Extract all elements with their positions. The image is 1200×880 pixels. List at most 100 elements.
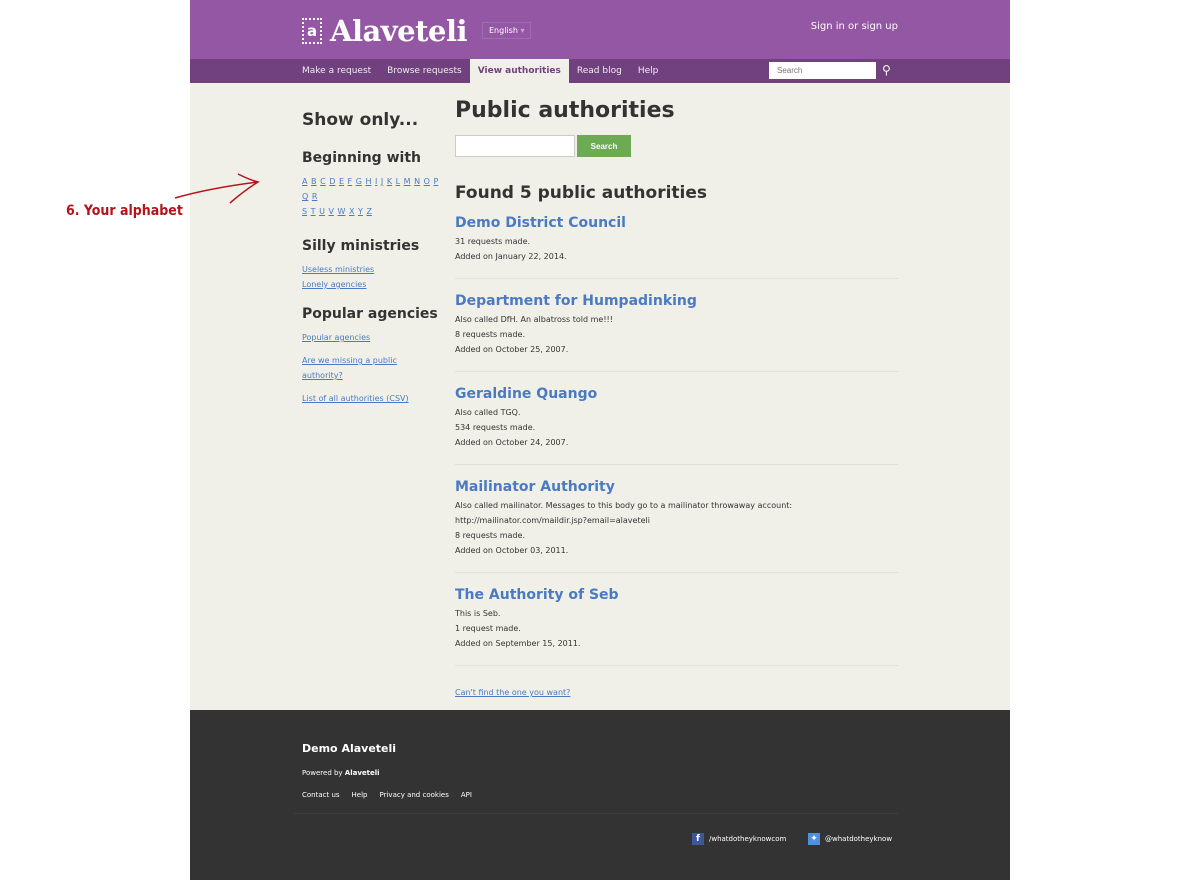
letter-g-link[interactable]: G bbox=[356, 177, 362, 186]
letter-v-link[interactable]: V bbox=[328, 207, 333, 216]
popular-agencies-heading: Popular agencies bbox=[302, 306, 438, 322]
language-select[interactable]: English ▾ bbox=[482, 22, 532, 39]
language-label: English bbox=[489, 26, 518, 35]
main-content: Public authorities Search Found 5 public… bbox=[455, 98, 898, 699]
letter-j-link[interactable]: J bbox=[381, 177, 383, 186]
authority-item: Demo District Council 31 requests made. Ad… bbox=[455, 215, 898, 279]
letter-m-link[interactable]: M bbox=[404, 177, 411, 186]
letter-p-link[interactable]: P bbox=[433, 177, 438, 186]
authority-item: Geraldine Quango Also called TGQ. 534 requ… bbox=[455, 386, 898, 465]
sidebar-title: Show only... bbox=[302, 110, 419, 130]
page: a Alaveteli English ▾ Sign in or sign up… bbox=[190, 0, 1010, 880]
authority-name-link[interactable]: Department for Humpadinking bbox=[455, 293, 898, 309]
powered-by: Powered by Alaveteli bbox=[302, 769, 380, 777]
header: a Alaveteli English ▾ Sign in or sign up bbox=[190, 0, 1010, 59]
letter-n-link[interactable]: N bbox=[414, 177, 420, 186]
letter-r-link[interactable]: R bbox=[312, 192, 318, 201]
logo-stamp-icon: a bbox=[302, 18, 322, 44]
contact-link[interactable]: Contact us bbox=[302, 791, 340, 799]
authority-detail: Added on October 03, 2011. bbox=[455, 546, 569, 555]
letter-f-link[interactable]: F bbox=[348, 177, 353, 186]
annotation-label: 6. Your alphabet bbox=[66, 203, 183, 219]
letter-c-link[interactable]: C bbox=[320, 177, 326, 186]
authority-detail: 8 requests made. bbox=[455, 531, 525, 540]
authority-detail: Also called DfH. An albatross told me!!! bbox=[455, 315, 613, 324]
authority-detail: Added on October 24, 2007. bbox=[455, 438, 569, 447]
search-icon[interactable]: ⚲ bbox=[882, 63, 891, 77]
nav-make-a-request[interactable]: Make a request bbox=[294, 59, 379, 83]
letter-a-link[interactable]: A bbox=[302, 177, 307, 186]
letter-y-link[interactable]: Y bbox=[358, 207, 363, 216]
alphabet-links: A B C D E F G H I J K L M N O P Q R S T … bbox=[302, 174, 442, 219]
nav-read-blog[interactable]: Read blog bbox=[569, 59, 630, 83]
letter-q-link[interactable]: Q bbox=[302, 192, 308, 201]
letter-t-link[interactable]: T bbox=[311, 207, 316, 216]
authority-detail: 8 requests made. bbox=[455, 330, 525, 339]
facebook-link[interactable]: f/whatdotheyknowcom bbox=[692, 833, 786, 845]
authority-detail: Also called mailinator. Messages to this… bbox=[455, 501, 793, 510]
authority-list: Demo District Council 31 requests made. Ad… bbox=[455, 215, 898, 666]
logo[interactable]: a Alaveteli bbox=[302, 14, 468, 48]
letter-x-link[interactable]: X bbox=[349, 207, 354, 216]
nav-help[interactable]: Help bbox=[630, 59, 667, 83]
authority-detail: Added on September 15, 2011. bbox=[455, 639, 581, 648]
authority-search: Search bbox=[455, 135, 898, 157]
authority-detail: 31 requests made. bbox=[455, 237, 531, 246]
authority-detail: Added on January 22, 2014. bbox=[455, 252, 567, 261]
powered-prefix: Powered by bbox=[302, 769, 345, 777]
authority-name-link[interactable]: The Authority of Seb bbox=[455, 587, 898, 603]
authority-detail: Added on October 25, 2007. bbox=[455, 345, 569, 354]
letter-s-link[interactable]: S bbox=[302, 207, 307, 216]
authority-name-link[interactable]: Demo District Council bbox=[455, 215, 898, 231]
letter-i-link[interactable]: I bbox=[375, 177, 377, 186]
search-button[interactable]: Search bbox=[577, 135, 631, 157]
twitter-label: @whatdotheyknow bbox=[825, 835, 893, 843]
sidebar: Show only... Beginning with A B C D E F … bbox=[302, 110, 442, 406]
letter-h-link[interactable]: H bbox=[365, 177, 371, 186]
authority-name-link[interactable]: Geraldine Quango bbox=[455, 386, 898, 402]
caret-down-icon: ▾ bbox=[520, 26, 525, 35]
letter-b-link[interactable]: B bbox=[311, 177, 317, 186]
letter-w-link[interactable]: W bbox=[338, 207, 346, 216]
letter-z-link[interactable]: Z bbox=[366, 207, 371, 216]
csv-list-link[interactable]: List of all authorities (CSV) bbox=[302, 391, 442, 406]
api-link[interactable]: API bbox=[461, 791, 472, 799]
twitter-link[interactable]: ✦ @whatdotheyknow bbox=[808, 833, 892, 845]
twitter-icon: ✦ bbox=[808, 833, 820, 845]
authority-detail: Also called TGQ. bbox=[455, 408, 521, 417]
footer: Demo Alaveteli Powered by Alaveteli Cont… bbox=[190, 710, 1010, 880]
letter-e-link[interactable]: E bbox=[339, 177, 344, 186]
silly-ministries-heading: Silly ministries bbox=[302, 238, 420, 254]
nav-search-input[interactable] bbox=[769, 62, 876, 79]
beginning-with-heading: Beginning with bbox=[302, 150, 421, 166]
letter-l-link[interactable]: L bbox=[396, 177, 400, 186]
privacy-link[interactable]: Privacy and cookies bbox=[380, 791, 449, 799]
facebook-icon: f bbox=[692, 833, 704, 845]
footer-links: Contact us Help Privacy and cookies API bbox=[302, 791, 472, 799]
alaveteli-link[interactable]: Alaveteli bbox=[345, 769, 380, 777]
letter-u-link[interactable]: U bbox=[319, 207, 325, 216]
main-nav: Make a request Browse requests View author… bbox=[190, 59, 1010, 83]
nav-view-authorities[interactable]: View authorities bbox=[469, 59, 569, 83]
letter-d-link[interactable]: D bbox=[329, 177, 335, 186]
nav-browse-requests[interactable]: Browse requests bbox=[379, 59, 470, 83]
annotation-arrow-icon bbox=[174, 173, 260, 204]
authority-item: Department for Humpadinking Also called D… bbox=[455, 293, 898, 372]
letter-o-link[interactable]: O bbox=[424, 177, 430, 186]
authority-detail: 534 requests made. bbox=[455, 423, 536, 432]
useless-ministries-link[interactable]: Useless ministries bbox=[302, 262, 442, 277]
popular-agencies-link[interactable]: Popular agencies bbox=[302, 330, 442, 345]
page-title: Public authorities bbox=[455, 98, 675, 123]
cant-find-link[interactable]: Can't find the one you want? bbox=[455, 688, 570, 697]
letter-k-link[interactable]: K bbox=[387, 177, 392, 186]
authority-name-link[interactable]: Mailinator Authority bbox=[455, 479, 898, 495]
results-count: Found 5 public authorities bbox=[455, 183, 708, 203]
lonely-agencies-link[interactable]: Lonely agencies bbox=[302, 277, 442, 292]
sign-in-link[interactable]: Sign in or sign up bbox=[811, 21, 898, 32]
authority-item: The Authority of Seb This is Seb. 1 reques… bbox=[455, 587, 898, 666]
missing-authority-link[interactable]: Are we missing a public authority? bbox=[302, 353, 412, 383]
footer-divider bbox=[294, 813, 898, 814]
help-link[interactable]: Help bbox=[352, 791, 368, 799]
authority-search-input[interactable] bbox=[455, 135, 575, 157]
authority-detail: 1 request made. bbox=[455, 624, 521, 633]
